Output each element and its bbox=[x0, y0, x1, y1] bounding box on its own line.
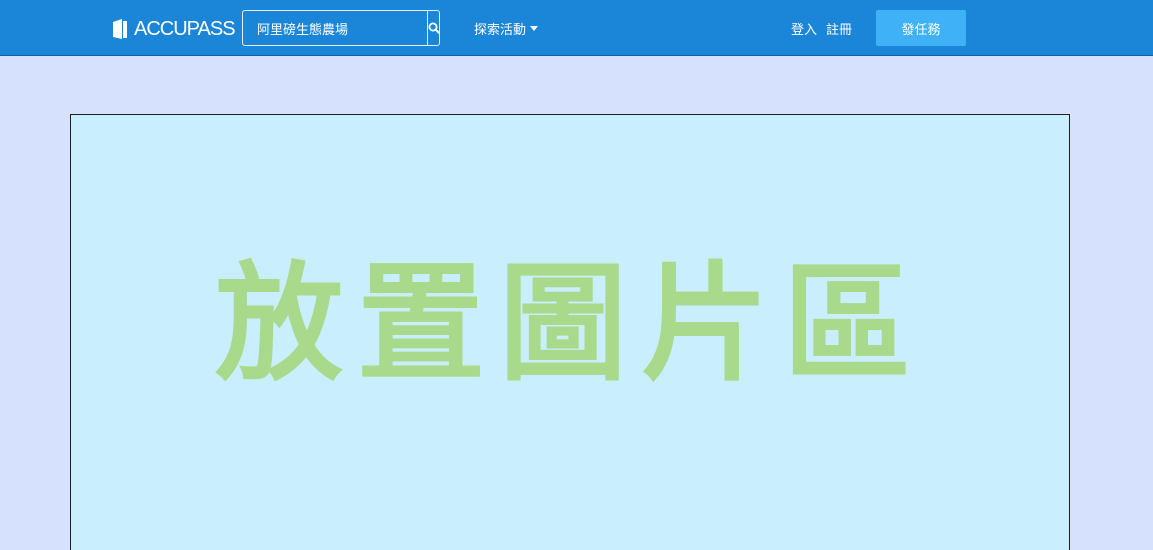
search-icon bbox=[428, 22, 440, 34]
accupass-logo[interactable]: ACCUPASS bbox=[112, 15, 236, 43]
image-placeholder: 放置圖片區 bbox=[70, 114, 1070, 550]
top-navbar: ACCUPASS 探索活動 登入 註冊 發任務 bbox=[0, 0, 1153, 56]
register-link[interactable]: 註冊 bbox=[826, 19, 852, 38]
login-link[interactable]: 登入 bbox=[791, 19, 817, 38]
logo-door-icon bbox=[113, 19, 127, 39]
search-button[interactable] bbox=[427, 11, 440, 45]
search-box bbox=[242, 10, 440, 46]
caret-down-icon bbox=[530, 26, 539, 31]
publish-button[interactable]: 發任務 bbox=[876, 10, 966, 46]
explore-label: 探索活動 bbox=[474, 23, 527, 38]
explore-events-dropdown[interactable]: 探索活動 bbox=[474, 19, 539, 38]
logo-text: ACCUPASS bbox=[134, 18, 236, 40]
image-placeholder-text: 放置圖片區 bbox=[214, 250, 925, 399]
search-input[interactable] bbox=[243, 11, 427, 45]
